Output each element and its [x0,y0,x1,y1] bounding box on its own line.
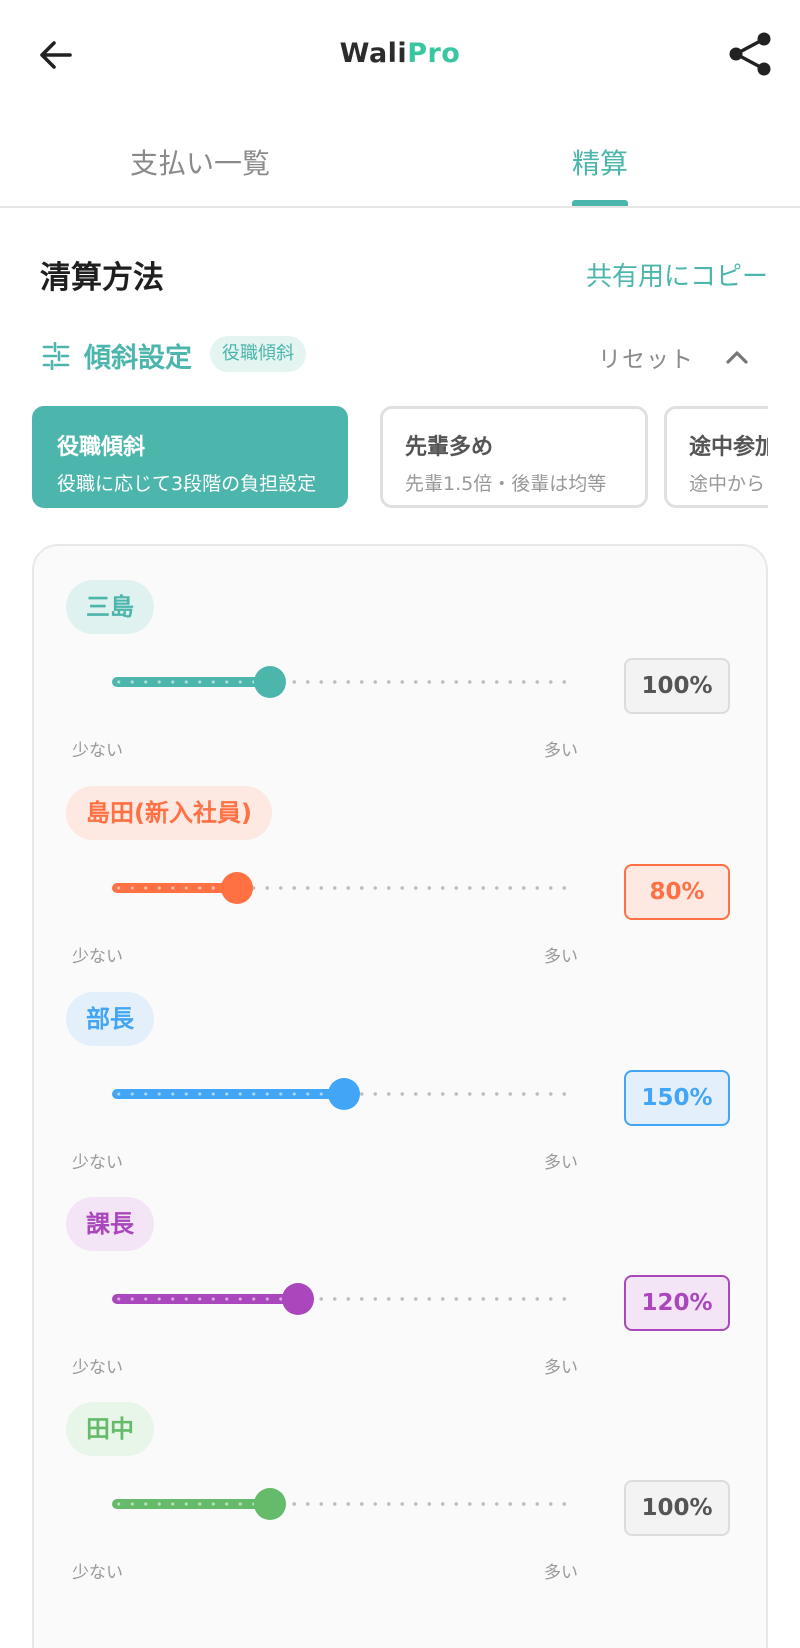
preset-description: 途中から [689,473,766,495]
tab-payments[interactable]: 支払い一覧 [130,142,270,182]
member-row: 課長 120% 少ない 多い [34,1197,770,1397]
slider-fill [112,883,237,893]
member-row: 田中 100% 少ない 多い [34,1402,770,1602]
slider-max-label: 多い [544,1358,578,1378]
member-name-chip: 島田(新入社員) [66,786,272,840]
weight-slider[interactable] [112,662,576,702]
weight-percent-box[interactable]: 100% [624,1480,730,1536]
slider-thumb[interactable] [221,872,253,904]
share-button[interactable] [724,28,776,80]
preset-card-join-midway[interactable]: 途中参加 途中から [664,406,768,508]
slider-min-label: 少ない [72,947,123,967]
slider-min-label: 少ない [72,741,123,761]
preset-description: 先輩1.5倍・後輩は均等 [405,473,607,495]
preset-title: 先輩多め [405,435,494,460]
member-row: 部長 150% 少ない 多い [34,992,770,1192]
weight-percent-box[interactable]: 100% [624,658,730,714]
preset-title: 役職傾斜 [57,435,146,460]
slider-max-label: 多い [544,1153,578,1173]
copy-for-sharing-button[interactable]: 共有用にコピー [586,256,768,293]
weight-slider[interactable] [112,868,576,908]
app-logo: WaliPro [0,38,800,69]
slider-min-label: 少ない [72,1563,123,1583]
slider-min-label: 少ない [72,1153,123,1173]
app-header: WaliPro [0,0,800,112]
slider-max-label: 多い [544,741,578,761]
member-name-chip: 部長 [66,992,154,1046]
member-name-chip: 課長 [66,1197,154,1251]
weight-percent-box[interactable]: 120% [624,1275,730,1331]
weight-percent-box[interactable]: 80% [624,864,730,920]
member-row: 島田(新入社員) 80% 少ない 多い [34,786,770,986]
tilt-settings-row: 傾斜設定 役職傾斜 リセット [40,332,770,382]
preset-card-role-tilt[interactable]: 役職傾斜 役職に応じて3段階の負担設定 [32,406,348,508]
weight-slider[interactable] [112,1074,576,1114]
slider-min-label: 少ない [72,1358,123,1378]
slider-max-label: 多い [544,1563,578,1583]
preset-carousel[interactable]: 役職傾斜 役職に応じて3段階の負担設定 先輩多め 先輩1.5倍・後輩は均等 途中… [0,404,768,512]
preset-title: 途中参加 [689,435,768,460]
logo-text-wali: Wali [339,38,408,69]
slider-fill [112,1499,270,1509]
weight-slider[interactable] [112,1279,576,1319]
slider-max-label: 多い [544,947,578,967]
tab-active-indicator [572,200,628,206]
preset-description: 役職に応じて3段階の負担設定 [57,473,317,495]
member-name-chip: 三島 [66,580,154,634]
reset-button[interactable]: リセット [598,340,694,374]
share-icon [729,32,771,76]
tilt-mode-badge: 役職傾斜 [210,336,306,372]
settlement-method-title: 清算方法 [40,260,164,296]
member-row: 三島 100% 少ない 多い [34,580,770,780]
slider-thumb[interactable] [328,1078,360,1110]
slider-fill [112,1294,298,1304]
slider-thumb[interactable] [254,1488,286,1520]
member-name-chip: 田中 [66,1402,154,1456]
weight-slider[interactable] [112,1484,576,1524]
tilt-settings-title: 傾斜設定 [84,343,192,374]
member-weights-card: 三島 100% 少ない 多い 島田(新入社員) 80% 少ない 多い 部長 15… [32,544,768,1648]
slider-thumb[interactable] [254,666,286,698]
logo-text-pro: Pro [407,38,461,69]
chevron-up-icon[interactable] [720,340,754,374]
slider-fill [112,677,270,687]
preset-card-senior-more[interactable]: 先輩多め 先輩1.5倍・後輩は均等 [380,406,648,508]
tab-settlement[interactable]: 精算 [572,142,628,182]
slider-fill [112,1089,344,1099]
tab-bar: 支払い一覧 精算 [0,120,800,208]
tune-icon [42,342,70,370]
weight-percent-box[interactable]: 150% [624,1070,730,1126]
slider-thumb[interactable] [282,1283,314,1315]
